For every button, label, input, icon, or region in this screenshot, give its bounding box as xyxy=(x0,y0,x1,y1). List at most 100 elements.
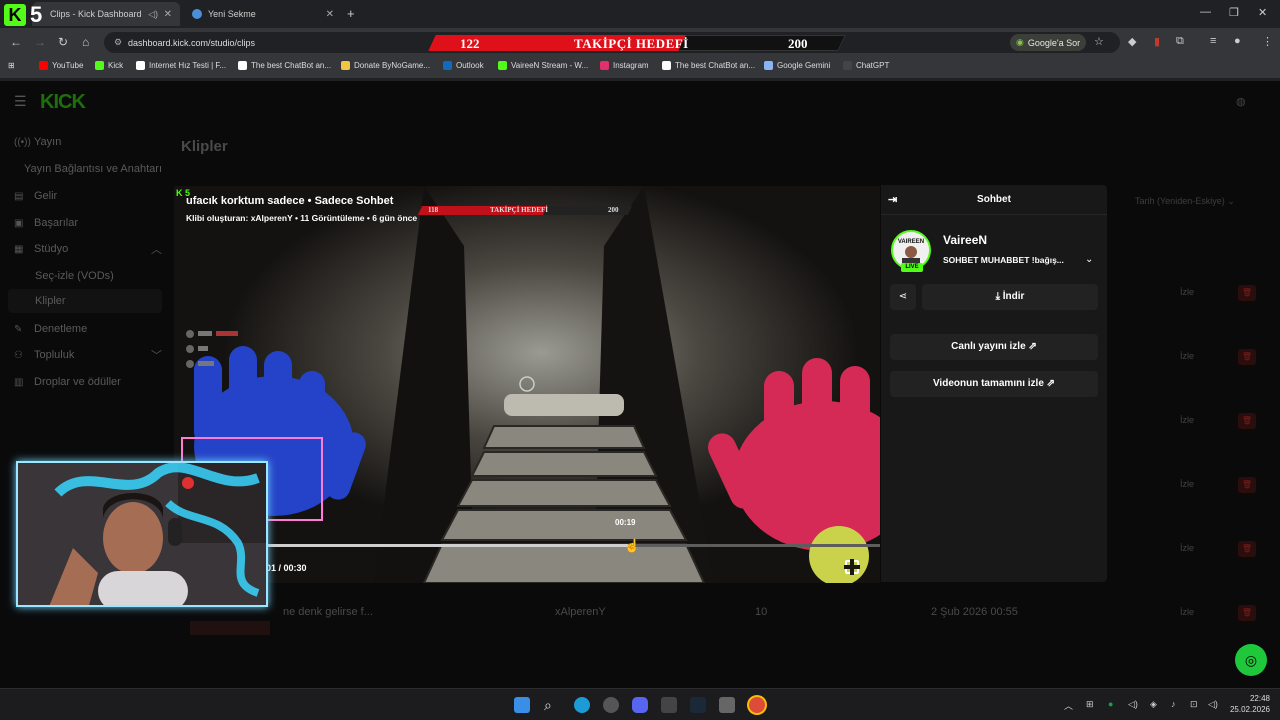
webcam-frame xyxy=(18,463,266,605)
tray-steam-icon[interactable]: ◈ xyxy=(1150,699,1157,710)
apps-grid-icon[interactable]: ⊞ xyxy=(8,61,15,70)
download-icon: ⤓ xyxy=(995,291,1003,302)
bookmark-chatbot[interactable]: The best ChatBot an... xyxy=(238,61,331,70)
delete-icon[interactable]: 🗑 xyxy=(1238,285,1256,301)
follow-goal-target: 200 xyxy=(788,36,808,51)
edge-icon[interactable] xyxy=(574,697,590,713)
watch-link[interactable]: İzle xyxy=(1180,543,1194,553)
home-icon[interactable]: ⌂ xyxy=(82,35,89,49)
tab-new[interactable]: Yeni Sekme ✕ xyxy=(182,2,342,26)
watch-link[interactable]: İzle xyxy=(1180,351,1194,361)
menu-kebab-icon[interactable]: ⋮ xyxy=(1262,35,1273,48)
profile-avatar[interactable]: ● xyxy=(1234,35,1241,47)
start-menu-icon[interactable] xyxy=(514,697,530,713)
sidebar-item-achievements[interactable]: ▣ Başarılar xyxy=(14,217,78,229)
clip-row-title[interactable]: ne denk gelirse f... xyxy=(283,606,373,618)
close-tab-icon[interactable]: ✕ xyxy=(326,9,334,20)
webcam-overlay xyxy=(16,461,268,607)
restore-icon[interactable]: ❐ xyxy=(1229,6,1239,19)
app-icon[interactable] xyxy=(603,697,619,713)
bookmark-gemini[interactable]: Google Gemini xyxy=(764,61,830,70)
sidebar-item-broadcast[interactable]: ((•)) Yayın xyxy=(14,136,61,148)
bookmark-youtube[interactable]: YouTube xyxy=(39,61,83,70)
tray-audio-icon[interactable]: ◁) xyxy=(1128,699,1138,710)
minimize-icon[interactable]: — xyxy=(1200,6,1211,18)
bookmark-vaireen[interactable]: VaireeN Stream - W... xyxy=(498,61,588,70)
obs-icon[interactable] xyxy=(661,697,677,713)
microphone-icon[interactable]: ♪ xyxy=(1171,699,1176,709)
video-timeline[interactable] xyxy=(266,544,880,547)
watch-link[interactable]: İzle xyxy=(1180,287,1194,297)
delete-icon[interactable]: 🗑 xyxy=(1238,477,1256,493)
network-icon[interactable]: ⊡ xyxy=(1190,699,1198,710)
bookmark-instagram[interactable]: Instagram xyxy=(600,61,649,70)
extension-icon[interactable]: ◆ xyxy=(1128,35,1136,48)
fullscreen-icon[interactable] xyxy=(844,559,860,575)
sidebar-item-revenue[interactable]: ▤ Gelir xyxy=(14,190,57,202)
close-window-icon[interactable]: ✕ xyxy=(1258,6,1267,19)
clip-video-player[interactable] xyxy=(174,186,880,583)
bookmark-donate[interactable]: Donate ByNoGame... xyxy=(341,61,430,70)
site-info-icon[interactable]: ⚙ xyxy=(114,37,122,48)
search-icon[interactable]: ⌕ xyxy=(544,697,560,713)
extensions-puzzle-icon[interactable]: ⧉ xyxy=(1176,35,1184,48)
delete-icon[interactable]: 🗑 xyxy=(1238,349,1256,365)
bookmark-chatgpt[interactable]: ChatGPT xyxy=(843,61,889,70)
speaker-icon[interactable]: ◁) xyxy=(148,9,158,20)
watch-link[interactable]: İzle xyxy=(1180,415,1194,425)
clip-thumbnail[interactable] xyxy=(190,621,270,635)
reload-icon[interactable]: ↻ xyxy=(58,35,68,49)
hamburger-menu-icon[interactable]: ☰ xyxy=(14,93,27,110)
studio-icon: ▦ xyxy=(14,243,24,255)
delete-icon[interactable]: 🗑 xyxy=(1238,413,1256,429)
channel-name[interactable]: VaireeN xyxy=(943,233,987,247)
achievements-icon: ▣ xyxy=(14,217,24,229)
user-avatar[interactable]: ◍ xyxy=(1236,95,1246,108)
support-headset-icon[interactable]: ◎ xyxy=(1235,644,1267,676)
sidebar-item-studio[interactable]: ▦ Stüdyo ︿ xyxy=(14,243,162,256)
delete-icon[interactable]: 🗑 xyxy=(1238,605,1256,621)
watch-live-button[interactable]: Canlı yayını izle ⇗ xyxy=(890,334,1098,360)
sidebar-item-clips[interactable]: Klipler xyxy=(8,289,162,313)
back-icon[interactable]: ← xyxy=(10,35,22,49)
sidebar-item-stream-key[interactable]: Yayın Bağlantısı ve Anahtarı xyxy=(24,163,162,175)
watch-full-video-button[interactable]: Videonun tamamını izle ⇗ xyxy=(890,371,1098,397)
close-tab-icon[interactable]: ✕ xyxy=(164,9,172,20)
media-control-icon[interactable]: ≡ xyxy=(1210,35,1216,47)
bookmark-chatbot-2[interactable]: The best ChatBot an... xyxy=(662,61,755,70)
new-tab-button[interactable]: + xyxy=(347,6,355,21)
chevron-down-icon[interactable]: ⌄ xyxy=(1085,254,1093,265)
time-display: 01 / 00:30 xyxy=(266,563,307,573)
extension-icon[interactable]: ▮ xyxy=(1154,35,1160,48)
collapse-chat-icon[interactable]: ⇥ xyxy=(888,185,897,215)
forward-icon[interactable]: → xyxy=(34,35,46,49)
delete-icon[interactable]: 🗑 xyxy=(1238,541,1256,557)
bookmark-outlook[interactable]: Outlook xyxy=(443,61,484,70)
sidebar-item-vods[interactable]: Seç-izle (VODs) xyxy=(35,270,114,282)
revenue-icon: ▤ xyxy=(14,190,24,202)
system-clock[interactable]: 22:48 25.02.2026 xyxy=(1228,693,1270,715)
tab-clips[interactable]: Clips - Kick Dashboard ◁) ✕ xyxy=(32,2,180,26)
download-button[interactable]: ⤓ İndir xyxy=(922,284,1098,310)
tray-app-icon[interactable]: ● xyxy=(1108,699,1113,709)
volume-icon[interactable]: ◁) xyxy=(1208,699,1218,710)
tray-chevron-icon[interactable]: ︿ xyxy=(1064,699,1073,712)
tray-app-icon[interactable]: ⊞ xyxy=(1086,699,1094,710)
share-button[interactable]: ⋖ xyxy=(890,284,916,310)
sidebar-item-moderation[interactable]: ✎ Denetleme xyxy=(14,323,87,335)
kick-logo[interactable]: KICK xyxy=(40,91,86,114)
bookmark-kick[interactable]: Kick xyxy=(95,61,123,70)
app-icon[interactable] xyxy=(719,697,735,713)
chrome-icon[interactable] xyxy=(749,697,765,713)
watch-link[interactable]: İzle xyxy=(1180,479,1194,489)
sort-dropdown[interactable]: Tarih (Yeniden-Eskiye) ⌄ xyxy=(1135,196,1235,207)
bookmark-speedtest[interactable]: Internet Hız Testi | F... xyxy=(136,61,226,70)
watch-link[interactable]: İzle xyxy=(1180,607,1194,617)
steam-icon[interactable] xyxy=(690,697,706,713)
bookmark-star-icon[interactable]: ☆ xyxy=(1094,35,1104,48)
google-ask-button[interactable]: ◉ Google'a Sor xyxy=(1010,34,1087,51)
live-badge: LIVE xyxy=(901,263,923,272)
sidebar-item-drops[interactable]: ▥ Droplar ve ödüller xyxy=(14,376,121,388)
discord-icon[interactable] xyxy=(632,697,648,713)
sidebar-item-community[interactable]: ⚇ Topluluk ﹀ xyxy=(14,349,162,362)
